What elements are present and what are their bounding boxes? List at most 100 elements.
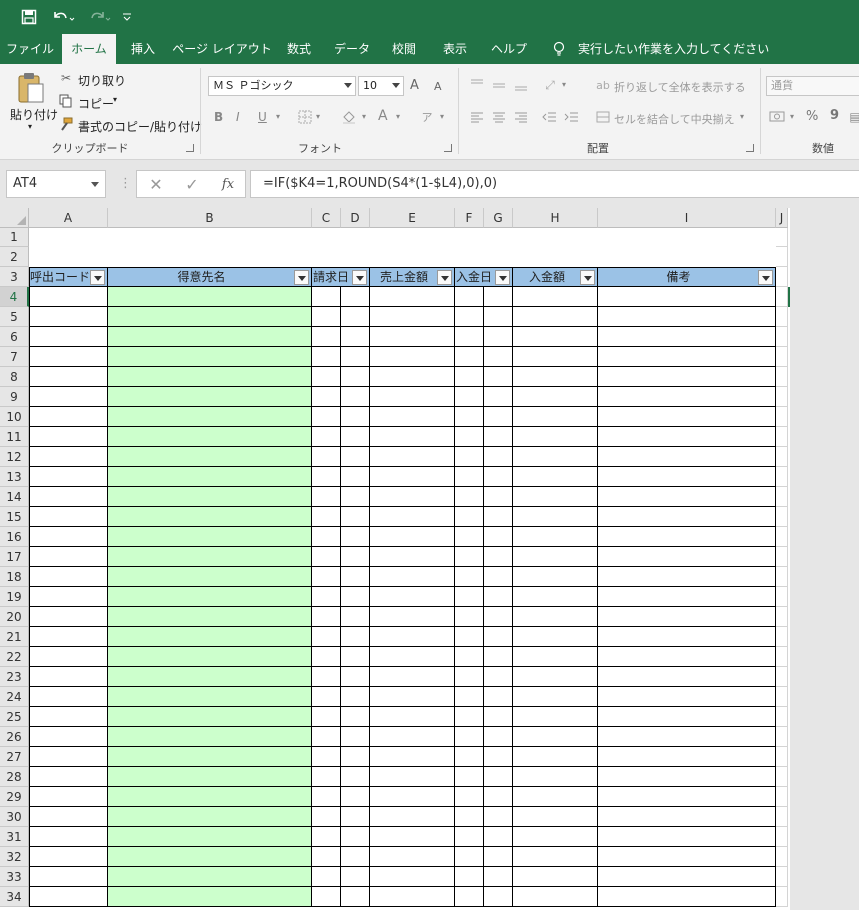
table-cell[interactable]	[108, 367, 312, 387]
grid-cell[interactable]	[776, 307, 788, 327]
table-cell[interactable]	[341, 387, 370, 407]
table-cell[interactable]	[341, 327, 370, 347]
table-cell[interactable]	[455, 747, 484, 767]
table-cell[interactable]	[341, 747, 370, 767]
grid-cell[interactable]	[776, 567, 788, 587]
table-cell[interactable]	[341, 567, 370, 587]
table-cell[interactable]	[513, 807, 598, 827]
grid-cell[interactable]	[776, 667, 788, 687]
borders-dropdown-icon[interactable]: ▾	[316, 112, 320, 121]
table-cell[interactable]	[455, 347, 484, 367]
column-header-h[interactable]: H	[513, 208, 598, 228]
table-cell[interactable]	[598, 407, 776, 427]
grid-cell[interactable]	[776, 847, 788, 867]
font-color-button[interactable]: A	[378, 108, 388, 124]
table-cell[interactable]	[513, 587, 598, 607]
table-cell[interactable]	[598, 767, 776, 787]
table-cell[interactable]	[513, 647, 598, 667]
paste-button[interactable]: 貼り付け	[10, 106, 58, 123]
row-header-15[interactable]: 15	[0, 507, 29, 527]
merge-center-button[interactable]: セルを結合して中央揃え	[614, 111, 735, 127]
filter-dropdown-icon[interactable]	[495, 270, 510, 285]
table-cell[interactable]	[312, 767, 341, 787]
column-header-a[interactable]: A	[29, 208, 108, 228]
table-cell[interactable]	[370, 627, 455, 647]
table-cell[interactable]	[455, 827, 484, 847]
table-cell[interactable]	[29, 327, 108, 347]
row-header-28[interactable]: 28	[0, 767, 29, 787]
italic-button[interactable]: I	[236, 110, 240, 124]
align-top-icon[interactable]	[468, 76, 486, 94]
column-header-f[interactable]: F	[455, 208, 484, 228]
table-cell[interactable]	[108, 507, 312, 527]
table-cell[interactable]	[598, 687, 776, 707]
row-header-19[interactable]: 19	[0, 587, 29, 607]
table-cell[interactable]	[598, 547, 776, 567]
table-cell[interactable]	[513, 367, 598, 387]
column-header-g[interactable]: G	[484, 208, 513, 228]
table-cell[interactable]	[29, 467, 108, 487]
table-cell[interactable]	[312, 487, 341, 507]
table-cell[interactable]	[108, 607, 312, 627]
table-cell[interactable]	[108, 307, 312, 327]
table-cell[interactable]	[484, 287, 513, 307]
table-cell[interactable]	[370, 767, 455, 787]
grid-cell[interactable]	[776, 807, 788, 827]
grid-cell[interactable]	[776, 607, 788, 627]
table-cell[interactable]	[108, 707, 312, 727]
table-cell[interactable]	[341, 687, 370, 707]
table-cell[interactable]	[108, 327, 312, 347]
table-cell[interactable]	[484, 827, 513, 847]
table-cell[interactable]	[108, 427, 312, 447]
table-cell[interactable]	[108, 387, 312, 407]
table-cell[interactable]	[370, 447, 455, 467]
table-cell[interactable]	[370, 567, 455, 587]
table-cell[interactable]	[455, 507, 484, 527]
table-cell[interactable]	[513, 747, 598, 767]
table-cell[interactable]	[370, 407, 455, 427]
table-cell[interactable]	[29, 567, 108, 587]
grid-cell[interactable]	[776, 787, 788, 807]
column-header-b[interactable]: B	[108, 208, 312, 228]
grid-cell[interactable]	[776, 387, 788, 407]
filter-dropdown-icon[interactable]	[437, 270, 452, 285]
table-cell[interactable]	[598, 567, 776, 587]
table-cell[interactable]	[370, 787, 455, 807]
row-header-26[interactable]: 26	[0, 727, 29, 747]
table-cell[interactable]	[513, 847, 598, 867]
grid-cell[interactable]	[776, 507, 788, 527]
currency-dropdown-icon[interactable]: ▾	[790, 112, 794, 121]
filter-dropdown-icon[interactable]	[294, 270, 309, 285]
table-cell[interactable]	[370, 847, 455, 867]
table-cell[interactable]	[312, 547, 341, 567]
table-cell[interactable]	[370, 387, 455, 407]
table-cell[interactable]	[341, 347, 370, 367]
table-cell[interactable]	[513, 507, 598, 527]
table-cell[interactable]	[29, 807, 108, 827]
row-header-21[interactable]: 21	[0, 627, 29, 647]
table-cell[interactable]	[370, 427, 455, 447]
table-cell[interactable]	[341, 447, 370, 467]
fill-color-dropdown-icon[interactable]: ▾	[362, 112, 366, 121]
table-cell[interactable]	[598, 287, 776, 307]
table-cell[interactable]	[513, 727, 598, 747]
name-box[interactable]: AT4	[6, 170, 106, 198]
decrease-indent-icon[interactable]	[540, 108, 558, 126]
table-cell[interactable]	[598, 307, 776, 327]
grid-cell[interactable]	[776, 247, 788, 267]
tab-formulas[interactable]: 数式	[278, 34, 320, 64]
table-cell[interactable]	[484, 787, 513, 807]
table-cell[interactable]	[312, 387, 341, 407]
table-cell[interactable]	[29, 847, 108, 867]
column-header-j[interactable]: J	[776, 208, 788, 228]
orientation-dropdown-icon[interactable]: ▾	[562, 80, 566, 89]
table-cell[interactable]	[455, 887, 484, 907]
column-header-c[interactable]: C	[312, 208, 341, 228]
phonetic-dropdown-icon[interactable]: ▾	[440, 112, 444, 121]
table-cell[interactable]	[513, 527, 598, 547]
tell-me-box[interactable]: 実行したい作業を入力してください	[550, 34, 769, 64]
filter-dropdown-icon[interactable]	[758, 270, 773, 285]
table-cell[interactable]	[598, 807, 776, 827]
table-cell[interactable]	[484, 707, 513, 727]
grid-cell[interactable]	[776, 827, 788, 847]
